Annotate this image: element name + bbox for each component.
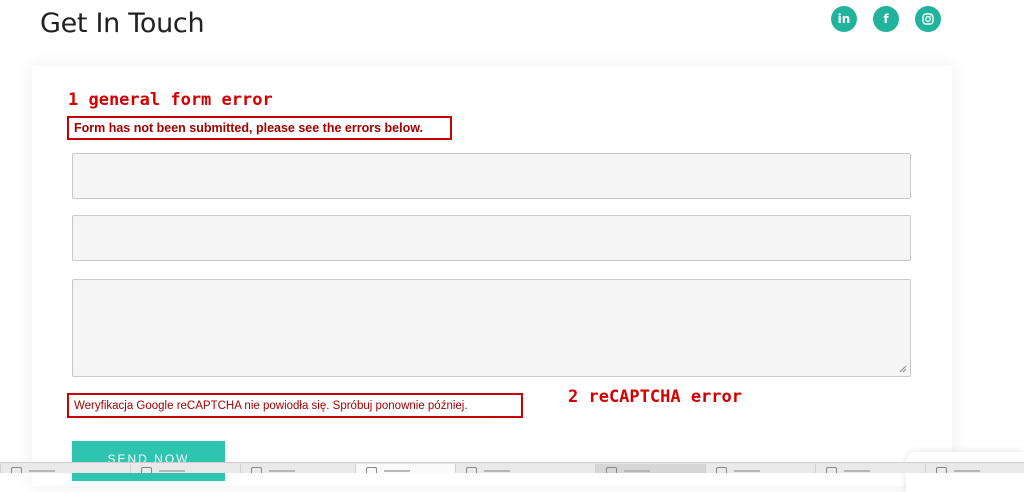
resize-handle-icon[interactable]: [899, 365, 907, 373]
facebook-icon[interactable]: f: [873, 6, 899, 32]
instagram-icon[interactable]: [915, 6, 941, 32]
general-form-error: Form has not been submitted, please see …: [67, 116, 452, 140]
recaptcha-error: Weryfikacja Google reCAPTCHA nie powiodł…: [67, 393, 523, 418]
annotation-recaptcha-error: 2 reCAPTCHA error: [568, 387, 742, 407]
linkedin-icon[interactable]: in: [831, 6, 857, 32]
window-icon: [826, 467, 837, 473]
taskbar: [0, 462, 1024, 473]
instagram-glyph: [922, 13, 934, 25]
window-icon: [141, 467, 152, 473]
message-textarea[interactable]: [72, 279, 911, 377]
social-links: in f: [831, 6, 941, 32]
window-icon: [11, 467, 22, 473]
window-icon: [716, 467, 727, 473]
page-title: Get In Touch: [40, 8, 205, 39]
window-icon: [466, 467, 477, 473]
window-icon: [936, 467, 947, 473]
window-icon: [251, 467, 262, 473]
window-icon: [366, 467, 377, 473]
form-field-2[interactable]: [72, 215, 911, 261]
annotation-general-error: 1 general form error: [68, 90, 273, 110]
window-icon: [606, 467, 617, 473]
form-field-1[interactable]: [72, 153, 911, 199]
send-now-button[interactable]: SEND NOW: [72, 441, 225, 481]
